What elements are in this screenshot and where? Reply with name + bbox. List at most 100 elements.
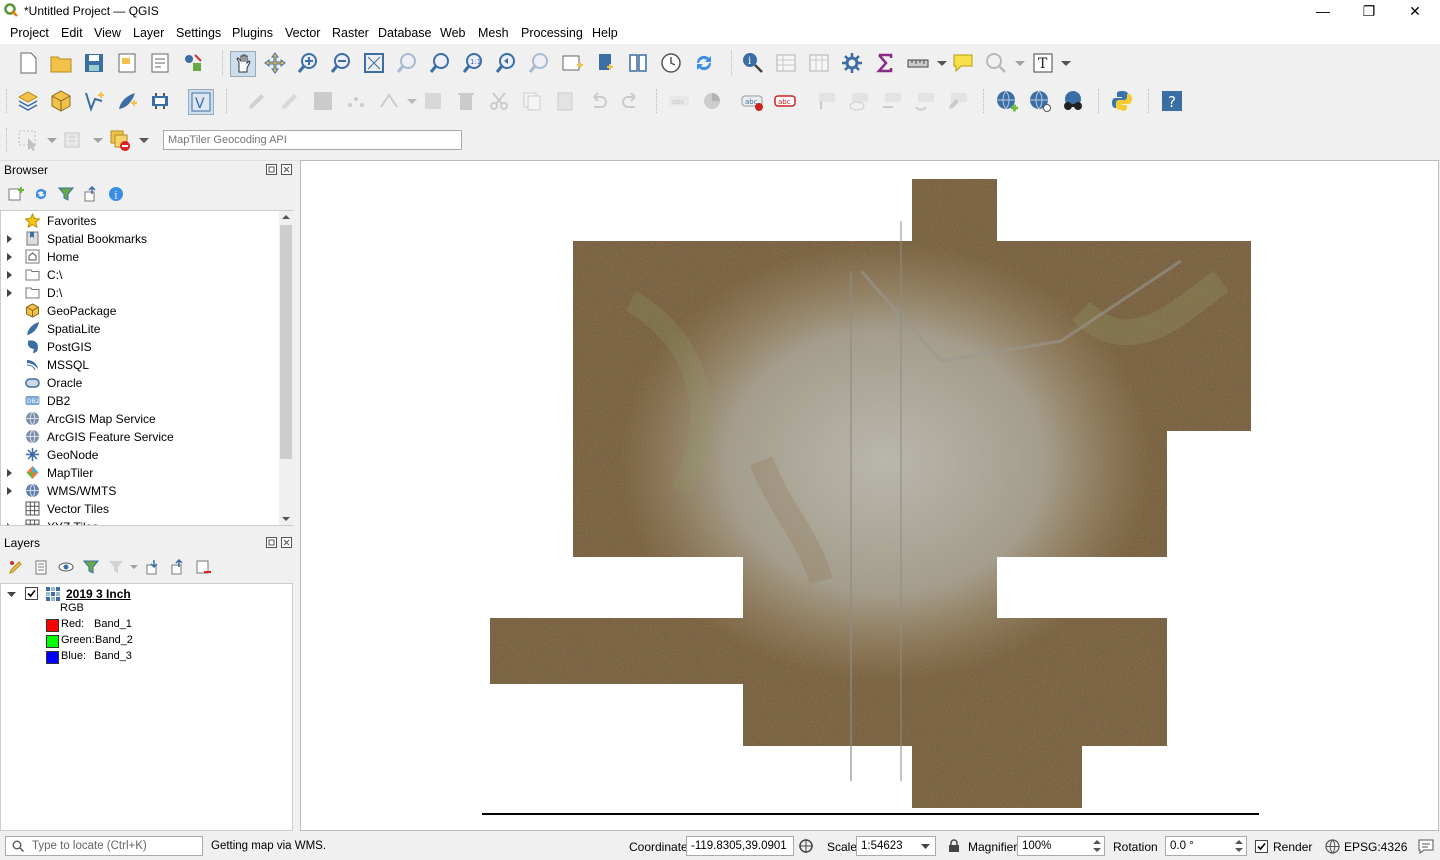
pan-map-icon[interactable] bbox=[230, 51, 256, 77]
spinner-icon[interactable] bbox=[1235, 838, 1243, 854]
filter-legend-icon[interactable] bbox=[83, 559, 99, 575]
label-highlight-icon[interactable]: abc bbox=[773, 89, 797, 113]
expand-arrow-icon[interactable] bbox=[7, 235, 12, 243]
menu-database[interactable]: Database bbox=[378, 26, 432, 40]
attribute-table-icon[interactable] bbox=[774, 51, 798, 75]
delete-selected-icon[interactable] bbox=[454, 89, 478, 113]
refresh-browser-icon[interactable] bbox=[33, 186, 49, 202]
copy-features-icon[interactable] bbox=[520, 89, 544, 113]
scroll-down-icon[interactable] bbox=[282, 515, 290, 523]
rotate-label-icon[interactable] bbox=[912, 89, 936, 113]
expand-arrow-icon[interactable] bbox=[7, 253, 12, 261]
zoom-in-icon[interactable] bbox=[296, 51, 320, 75]
lock-icon[interactable] bbox=[947, 839, 961, 853]
render-checkbox[interactable] bbox=[1255, 840, 1268, 853]
geocoding-search-input[interactable] bbox=[163, 130, 462, 150]
toggle-editing-icon[interactable] bbox=[278, 89, 302, 113]
crs-globe-icon[interactable] bbox=[1325, 839, 1340, 854]
new-geopackage-layer-icon[interactable] bbox=[49, 89, 73, 113]
new-shapefile-layer-icon[interactable] bbox=[82, 89, 106, 113]
open-layer-styling-icon[interactable] bbox=[8, 559, 24, 575]
browser-scrollbar[interactable] bbox=[279, 211, 293, 525]
select-features-icon[interactable] bbox=[16, 128, 40, 152]
chevron-down-icon[interactable] bbox=[1008, 51, 1032, 75]
browser-item[interactable]: DB2 DB2 bbox=[1, 392, 281, 410]
scale-field[interactable]: 1:54623 bbox=[856, 836, 936, 856]
layout-manager-icon[interactable] bbox=[148, 51, 172, 75]
menu-raster[interactable]: Raster bbox=[332, 26, 369, 40]
browser-item[interactable]: C:\ bbox=[1, 266, 281, 284]
expand-arrow-icon[interactable] bbox=[7, 487, 12, 495]
expand-arrow-icon[interactable] bbox=[7, 289, 12, 297]
expand-arrow-icon[interactable] bbox=[7, 469, 12, 477]
filter-by-expression-icon[interactable] bbox=[108, 559, 124, 575]
close-panel-icon[interactable] bbox=[281, 164, 292, 175]
browser-item[interactable]: Vector Tiles bbox=[1, 500, 281, 518]
restore-button[interactable]: ❐ bbox=[1346, 0, 1392, 22]
refresh-icon[interactable] bbox=[692, 51, 716, 75]
move-label-icon[interactable] bbox=[879, 89, 903, 113]
browser-item[interactable]: GeoPackage bbox=[1, 302, 281, 320]
add-wfs-layer-icon[interactable] bbox=[1028, 89, 1052, 113]
new-project-icon[interactable] bbox=[16, 51, 40, 75]
add-point-feature-icon[interactable] bbox=[344, 89, 368, 113]
menu-help[interactable]: Help bbox=[592, 26, 618, 40]
deselect-features-icon[interactable] bbox=[108, 128, 132, 152]
map-tips-icon[interactable] bbox=[951, 51, 975, 75]
show-bookmarks-icon[interactable] bbox=[626, 51, 650, 75]
modify-attributes-icon[interactable] bbox=[421, 89, 445, 113]
browser-item[interactable]: MSSQL bbox=[1, 356, 281, 374]
new-temporary-layer-icon[interactable] bbox=[148, 89, 172, 113]
browser-item[interactable]: Home bbox=[1, 248, 281, 266]
processing-toolbox-icon[interactable] bbox=[840, 51, 864, 75]
browser-item[interactable]: ArcGIS Feature Service bbox=[1, 428, 281, 446]
map-canvas[interactable] bbox=[300, 160, 1439, 831]
browser-item[interactable]: MapTiler bbox=[1, 464, 281, 482]
filter-browser-icon[interactable] bbox=[58, 186, 74, 202]
measure-icon[interactable] bbox=[906, 51, 930, 75]
menu-edit[interactable]: Edit bbox=[61, 26, 83, 40]
rotation-field[interactable]: 0.0 ° bbox=[1165, 836, 1247, 856]
vertex-tool-icon[interactable] bbox=[377, 89, 401, 113]
zoom-out-icon[interactable] bbox=[329, 51, 353, 75]
expand-arrow-icon[interactable] bbox=[7, 523, 12, 525]
chevron-down-icon[interactable] bbox=[132, 128, 156, 152]
properties-info-icon[interactable]: i bbox=[108, 186, 124, 202]
collapse-arrow-icon[interactable] bbox=[7, 590, 16, 599]
browser-item[interactable]: Spatial Bookmarks bbox=[1, 230, 281, 248]
data-source-manager-icon[interactable] bbox=[16, 89, 40, 113]
temporal-controller-icon[interactable] bbox=[659, 51, 683, 75]
chevron-down-icon[interactable] bbox=[40, 128, 64, 152]
diagram-tool-icon[interactable] bbox=[700, 89, 724, 113]
locator-options-icon[interactable] bbox=[984, 51, 1008, 75]
locator-search[interactable]: Type to locate (Ctrl+K) bbox=[5, 836, 203, 856]
python-console-icon[interactable] bbox=[1110, 89, 1134, 113]
browser-item[interactable]: SpatiaLite bbox=[1, 320, 281, 338]
save-project-icon[interactable] bbox=[82, 51, 106, 75]
show-hide-labels-icon[interactable] bbox=[846, 89, 870, 113]
identify-features-icon[interactable]: i bbox=[741, 51, 765, 75]
chevron-down-icon[interactable] bbox=[86, 128, 110, 152]
save-layer-edits-icon[interactable] bbox=[311, 89, 335, 113]
label-tool-icon[interactable]: abc bbox=[667, 89, 691, 113]
add-group-icon[interactable] bbox=[33, 559, 49, 575]
paste-features-icon[interactable] bbox=[553, 89, 577, 113]
zoom-to-selection-icon[interactable] bbox=[395, 51, 419, 75]
float-panel-icon[interactable] bbox=[266, 537, 277, 548]
collapse-all-icon[interactable] bbox=[170, 559, 186, 575]
text-annotation-icon[interactable]: T bbox=[1031, 51, 1055, 75]
pan-to-selection-icon[interactable] bbox=[263, 51, 287, 75]
close-panel-icon[interactable] bbox=[281, 537, 292, 548]
close-button[interactable]: ✕ bbox=[1392, 0, 1438, 22]
crs-label[interactable]: EPSG:4326 bbox=[1344, 840, 1407, 854]
menu-settings[interactable]: Settings bbox=[176, 26, 221, 40]
menu-layer[interactable]: Layer bbox=[133, 26, 164, 40]
redo-icon[interactable] bbox=[619, 89, 643, 113]
new-virtual-layer-icon[interactable]: V bbox=[188, 89, 214, 115]
magnifier-field[interactable]: 100% bbox=[1017, 836, 1105, 856]
cut-features-icon[interactable] bbox=[487, 89, 511, 113]
scroll-thumb[interactable] bbox=[280, 225, 292, 459]
new-spatialite-layer-icon[interactable] bbox=[115, 89, 139, 113]
layer-name[interactable]: 2019 3 Inch bbox=[66, 587, 131, 601]
expand-arrow-icon[interactable] bbox=[7, 271, 12, 279]
